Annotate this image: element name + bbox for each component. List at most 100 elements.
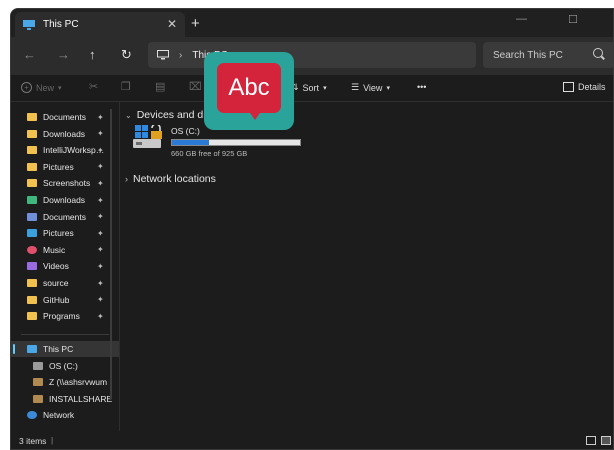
sidebar-item-label: source [43,278,69,288]
status-bar: 3 items | [11,431,613,449]
pin-icon: ✦ [97,261,104,271]
tree-item[interactable]: This PC [11,341,119,357]
pin-icon: ✦ [97,178,104,188]
sidebar-item[interactable]: Downloads ✦ [11,192,119,208]
chevron-down-icon: ▾ [386,84,390,92]
computer-icon [157,50,169,60]
document-icon [27,212,37,221]
tree-item[interactable]: OS (C:) [11,358,119,374]
pin-icon: ✦ [97,212,104,222]
pin-icon: ✦ [97,112,104,122]
sidebar-item-label: Downloads [43,128,86,139]
pane-divider[interactable] [119,101,120,431]
sidebar-scrollbar[interactable] [110,109,112,399]
tree-item-label: Z (\\ashsrvwum [49,377,108,388]
paste-icon[interactable]: ▤ [155,80,165,93]
up-button[interactable]: ↑ [89,47,96,62]
new-button[interactable]: + New ▾ [21,82,62,93]
sidebar-item[interactable]: Music ✦ [11,242,119,258]
maximize-button[interactable]: ☐ [568,13,578,26]
drive-free-space: 660 GB free of 925 GB [171,149,248,158]
pin-icon: ✦ [97,295,104,305]
folder-icon [27,146,37,155]
details-view-icon[interactable] [586,436,596,445]
sidebar-item-label: Videos [43,261,69,272]
pin-icon: ✦ [97,311,104,321]
folder-icon [27,312,37,321]
chevron-down-icon: ▾ [323,84,327,92]
folder-icon [27,279,37,287]
tree-item-label: OS (C:) [49,360,78,371]
sidebar-item-label: Documents [43,112,86,122]
sidebar-item-label: Pictures [43,228,74,239]
sidebar-item[interactable]: Documents ✦ [11,109,119,125]
folder-icon [27,295,37,304]
network-drive-icon [33,394,43,403]
view-icon: ☰ [351,82,360,92]
sidebar-item[interactable]: Programs ✦ [11,308,119,324]
sidebar-item[interactable]: source ✦ [11,275,119,291]
sidebar-item[interactable]: GitHub ✦ [11,292,119,308]
sidebar-item-label: IntelliJWorksp… [43,145,105,156]
status-separator: | [51,435,54,445]
view-button[interactable]: ☰ View ▾ [351,82,390,93]
navigation-pane: Documents ✦ Downloads ✦ IntelliJWorksp… ✦ Pict… [11,101,119,431]
group-network-locations[interactable]: › Network locations [125,173,216,185]
sidebar-item-label: GitHub [43,294,70,305]
more-options-button[interactable]: ••• [417,82,426,92]
search-placeholder: Search This PC [493,49,563,61]
sidebar-item[interactable]: IntelliJWorksp… ✦ [11,142,119,158]
group-header-label: Network locations [133,173,216,185]
tab-this-pc[interactable]: This PC ✕ [15,12,185,37]
new-tab-button[interactable]: + [191,15,200,32]
sidebar-item[interactable]: Pictures ✦ [11,225,119,241]
details-label: Details [578,82,606,92]
sidebar-item-label: Documents [43,211,86,222]
sidebar-item-label: Downloads [43,195,86,205]
minimize-button[interactable]: — [516,13,527,25]
drive-usage-fill [172,140,209,145]
title-bar: This PC ✕ + — ☐ [11,9,613,37]
pin-icon: ✦ [97,278,104,288]
pin-icon: ✦ [97,195,104,205]
copy-icon[interactable]: ❐ [121,80,131,93]
sidebar-item[interactable]: Screenshots ✦ [11,175,119,191]
sidebar-item-label: Programs [43,311,80,322]
search-input[interactable]: Search This PC [483,42,613,68]
tab-title: This PC [43,19,79,30]
pin-icon: ✦ [97,145,104,155]
sidebar-item[interactable]: Videos ✦ [11,258,119,274]
sidebar-item[interactable]: Documents ✦ [11,209,119,225]
refresh-button[interactable]: ↻ [121,47,132,63]
tree-item[interactable]: Network [11,407,119,423]
folder-icon [27,113,37,121]
details-button[interactable]: Details [563,82,606,92]
tiles-view-icon[interactable] [601,436,611,445]
search-icon [593,48,603,58]
sidebar-item-label: Screenshots [43,178,91,189]
sidebar-item[interactable]: Downloads ✦ [11,126,119,142]
sidebar-item[interactable]: Pictures ✦ [11,159,119,175]
forward-button[interactable]: → [57,47,70,62]
tab-close-button[interactable]: ✕ [167,17,177,31]
address-bar[interactable]: › This PC › [148,42,476,68]
rename-icon[interactable]: ⌧ [189,80,202,93]
picture-icon [27,229,37,238]
tree-item[interactable]: Z (\\ashsrvwum [11,374,119,390]
cut-icon[interactable]: ✂ [89,80,98,93]
text-overlay-icon: Abc [204,52,294,130]
breadcrumb-separator: › [179,49,183,61]
back-button[interactable]: ← [23,47,36,62]
tree-item-label: Network [43,410,75,421]
tree-item[interactable]: INSTALLSHARE [11,391,119,407]
content-pane: ⌄ Devices and drives OS (C:) 660 GB free… [121,101,613,431]
speech-bubble-icon: Abc [217,63,281,113]
new-label: New [36,82,55,93]
drive-icon [33,361,43,370]
navigation-bar: ← → ↑ ↻ › This PC › Search This PC [11,37,613,75]
computer-icon [27,345,37,353]
details-pane-icon [563,82,574,92]
drive-name: OS (C:) [171,126,200,136]
sidebar-divider [21,334,109,335]
sort-button[interactable]: ⇅ Sort ▾ [291,82,327,93]
